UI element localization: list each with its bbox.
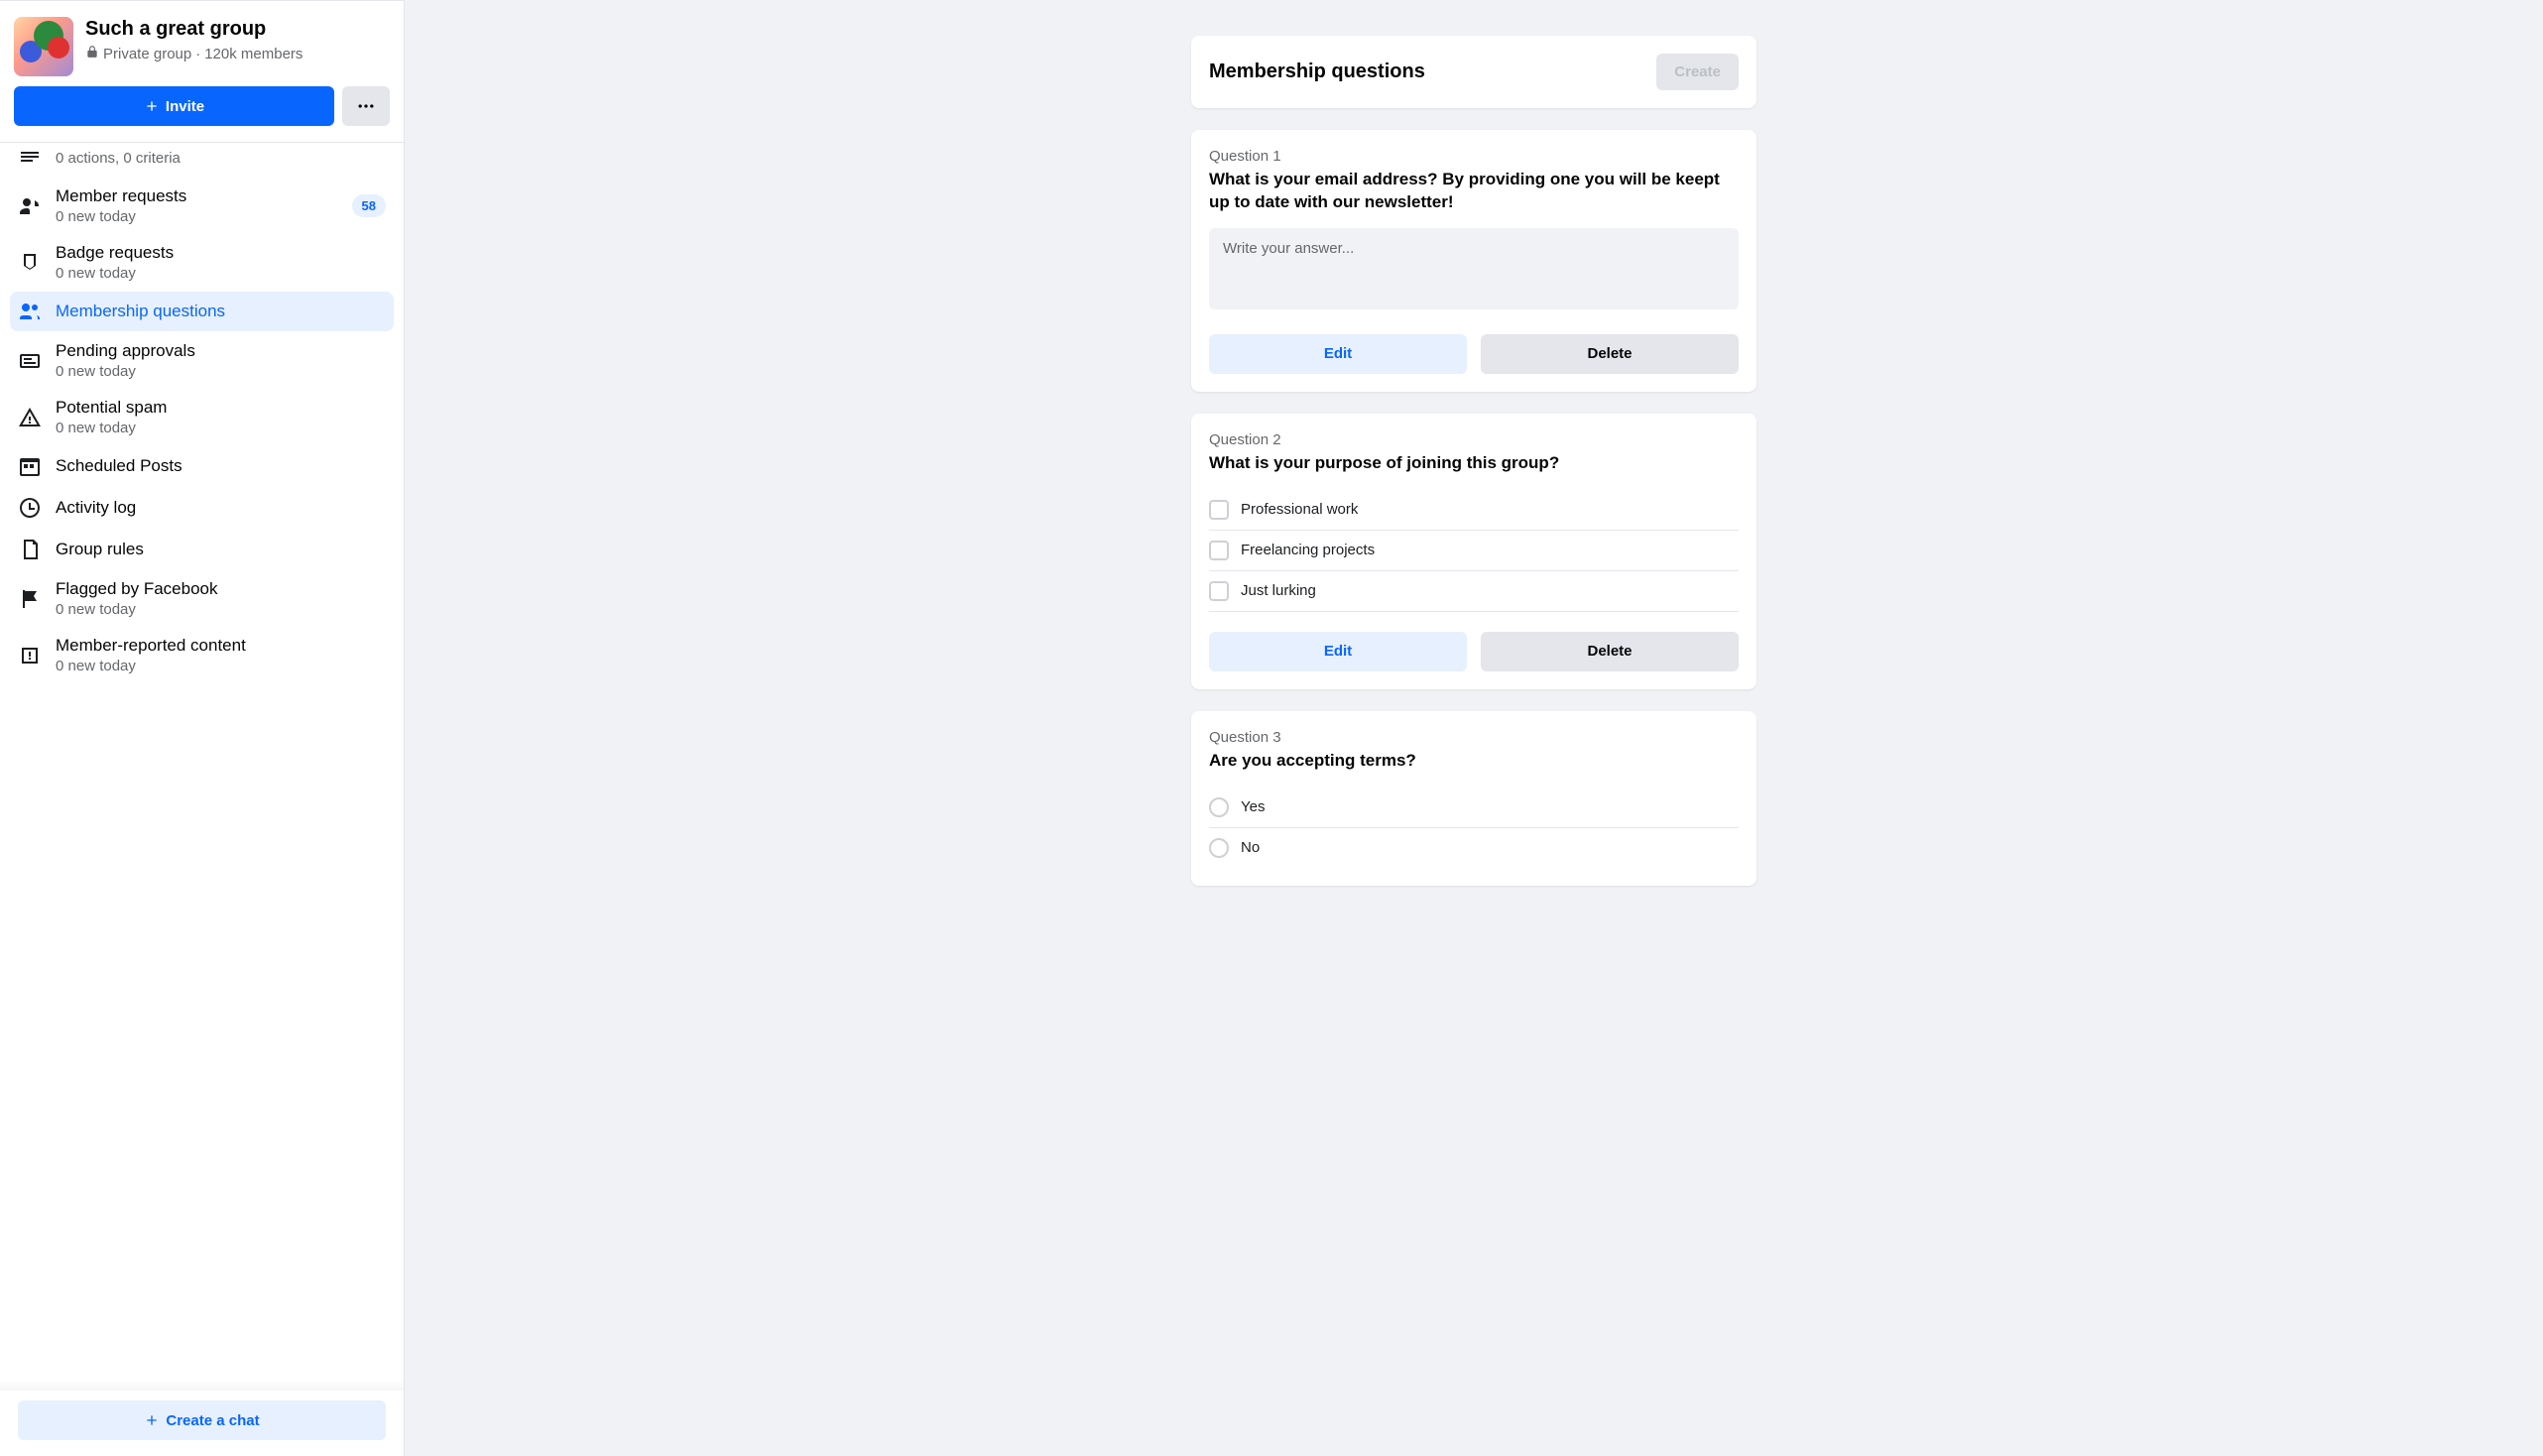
question-number: Question 1	[1209, 148, 1739, 165]
sidebar-item-potential-spam[interactable]: Potential spam 0 new today	[10, 390, 394, 444]
sidebar-item-admin-assist[interactable]: 0 actions, 0 criteria	[10, 145, 394, 177]
question-text: What is your purpose of joining this gro…	[1209, 452, 1739, 475]
sidebar-item-pending-approvals[interactable]: Pending approvals 0 new today	[10, 333, 394, 388]
clock-icon	[18, 496, 42, 520]
sidebar-item-member-reported[interactable]: Member-reported content 0 new today	[10, 628, 394, 682]
checkbox-option[interactable]: Professional work	[1209, 489, 1739, 531]
question-card-1: Question 1 What is your email address? B…	[1191, 130, 1756, 392]
sidebar-item-member-requests[interactable]: Member requests 0 new today 58	[10, 179, 394, 233]
answer-input[interactable]	[1209, 228, 1739, 309]
page-title: Membership questions	[1209, 61, 1425, 83]
invite-button[interactable]: Invite	[14, 86, 334, 126]
flag-icon	[18, 587, 42, 611]
question-text: Are you accepting terms?	[1209, 750, 1739, 773]
question-card-3: Question 3 Are you accepting terms? Yes …	[1191, 711, 1756, 886]
sidebar-item-group-rules[interactable]: Group rules	[10, 530, 394, 569]
checkbox-option[interactable]: Freelancing projects	[1209, 531, 1739, 571]
checkbox-icon	[1209, 581, 1229, 601]
radio-option[interactable]: No	[1209, 828, 1739, 868]
radio-icon	[1209, 797, 1229, 817]
group-name: Such a great group	[85, 17, 303, 41]
rules-icon	[18, 538, 42, 561]
group-header: Such a great group Private group · 120k …	[0, 1, 404, 86]
badge-count: 58	[352, 194, 386, 217]
assist-icon	[18, 145, 42, 169]
create-question-button[interactable]: Create	[1656, 54, 1739, 90]
delete-button[interactable]: Delete	[1481, 632, 1739, 671]
checkbox-option[interactable]: Just lurking	[1209, 571, 1739, 612]
plus-icon	[144, 98, 160, 114]
radio-icon	[1209, 838, 1229, 858]
ellipsis-icon	[356, 96, 376, 116]
sidebar: Such a great group Private group · 120k …	[0, 0, 405, 1456]
group-avatar[interactable]	[14, 17, 73, 76]
sidebar-item-scheduled-posts[interactable]: Scheduled Posts	[10, 446, 394, 486]
questions-icon	[18, 300, 42, 323]
pending-icon	[18, 349, 42, 373]
sidebar-item-badge-requests[interactable]: Badge requests 0 new today	[10, 235, 394, 290]
group-privacy: Private group	[103, 46, 191, 62]
question-text: What is your email address? By providing…	[1209, 169, 1739, 214]
more-button[interactable]	[342, 86, 390, 126]
calendar-icon	[18, 454, 42, 478]
sidebar-item-activity-log[interactable]: Activity log	[10, 488, 394, 528]
edit-button[interactable]: Edit	[1209, 632, 1467, 671]
checkbox-icon	[1209, 500, 1229, 520]
member-requests-icon	[18, 194, 42, 218]
lock-icon	[85, 45, 99, 62]
question-number: Question 2	[1209, 431, 1739, 448]
create-chat-button[interactable]: Create a chat	[18, 1400, 386, 1440]
group-meta: Private group · 120k members	[85, 45, 303, 62]
question-number: Question 3	[1209, 729, 1739, 746]
question-card-2: Question 2 What is your purpose of joini…	[1191, 414, 1756, 689]
edit-button[interactable]: Edit	[1209, 334, 1467, 374]
sidebar-item-flagged[interactable]: Flagged by Facebook 0 new today	[10, 571, 394, 626]
report-icon	[18, 644, 42, 667]
group-members: 120k members	[204, 46, 303, 62]
checkbox-icon	[1209, 541, 1229, 560]
title-card: Membership questions Create	[1191, 36, 1756, 108]
sidebar-item-membership-questions[interactable]: Membership questions	[10, 292, 394, 331]
spam-icon	[18, 406, 42, 429]
badge-icon	[18, 251, 42, 275]
sidebar-nav[interactable]: 0 actions, 0 criteria Member requests 0 …	[0, 142, 404, 1391]
delete-button[interactable]: Delete	[1481, 334, 1739, 374]
radio-option[interactable]: Yes	[1209, 787, 1739, 828]
plus-icon	[144, 1412, 160, 1428]
main-content[interactable]: Membership questions Create Question 1 W…	[405, 0, 2543, 1456]
